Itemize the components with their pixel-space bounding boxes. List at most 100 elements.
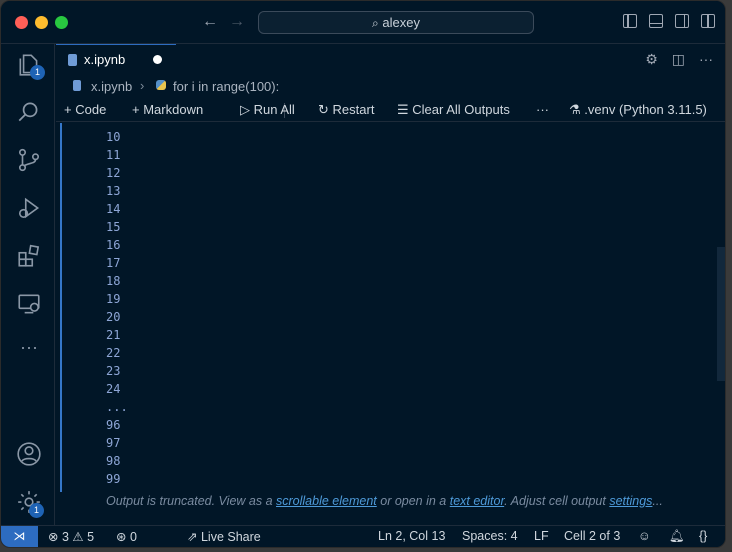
error-count: 3	[61, 530, 69, 544]
output-line: 18	[106, 274, 121, 288]
unsaved-dot-icon[interactable]	[153, 55, 162, 64]
tab-x-ipynb[interactable]: x.ipynb	[56, 44, 176, 74]
accounts-icon[interactable]	[16, 441, 42, 467]
output-line: 98	[106, 454, 121, 468]
kernel-picker-button[interactable]: ⚗ .venv (Python 3.11.5)	[569, 102, 707, 118]
output-line: ...	[106, 400, 128, 414]
command-center-search[interactable]: ⌕ alexey	[258, 11, 534, 34]
editor-tab-row: x.ipynb ⚙ ◫ ···	[56, 44, 725, 74]
editor-actions: ⚙ ◫ ···	[645, 51, 713, 68]
run-and-debug-icon[interactable]	[16, 195, 42, 221]
clear-outputs-icon: ☰	[397, 102, 409, 117]
restart-icon: ↻	[318, 102, 329, 117]
add-markdown-cell-button[interactable]: + Markdown	[132, 102, 203, 117]
source-control-icon[interactable]	[16, 147, 42, 173]
kernel-icon: ⚗	[569, 102, 581, 117]
output-line: 22	[106, 346, 121, 360]
output-line: 13	[106, 184, 121, 198]
manage-gear-icon[interactable]: 1	[16, 489, 44, 518]
output-line: 23	[106, 364, 121, 378]
activity-bar: 1 ··· 1	[1, 44, 55, 525]
maximize-window-button[interactable]	[55, 16, 68, 29]
title-bar: ← → ⌕ alexey	[1, 1, 725, 44]
scrollable-element-link[interactable]: scrollable element	[276, 494, 377, 508]
remote-explorer-icon[interactable]	[16, 291, 42, 317]
indentation-indicator[interactable]: Spaces: 4	[462, 529, 518, 543]
toggle-panel-icon[interactable]	[649, 14, 663, 28]
customize-layout-icon[interactable]	[701, 14, 715, 28]
forward-arrow-icon[interactable]: →	[229, 13, 245, 31]
toolbar-more-button[interactable]: ···	[536, 102, 549, 117]
more-views-icon[interactable]: ···	[16, 337, 42, 363]
eol-indicator[interactable]: LF	[534, 529, 549, 543]
search-label: alexey	[382, 15, 420, 30]
warning-icon: ⚠	[72, 530, 84, 544]
live-share-button[interactable]: ⇗ Live Share	[187, 529, 261, 544]
ports-indicator[interactable]: ⊛ 0	[116, 529, 137, 544]
split-editor-icon[interactable]: ◫	[672, 51, 685, 68]
extensions-icon[interactable]	[16, 243, 42, 269]
problems-indicator[interactable]: ⊗ 3 ⚠ 5	[48, 529, 94, 544]
toggle-primary-sidebar-icon[interactable]	[623, 14, 637, 28]
settings-badge: 1	[29, 503, 44, 518]
run-all-icon: ▷	[240, 102, 250, 117]
layout-controls	[623, 14, 715, 28]
minimize-window-button[interactable]	[35, 16, 48, 29]
output-line: 97	[106, 436, 121, 450]
output-line: 16	[106, 238, 121, 252]
clear-all-outputs-button[interactable]: ☰ Clear All Outputs	[397, 102, 510, 118]
notebook-settings-gear-icon[interactable]: ⚙	[645, 51, 658, 68]
explorer-icon[interactable]: 1	[16, 52, 45, 80]
notebook-file-icon	[73, 80, 81, 91]
tab-label: x.ipynb	[84, 52, 126, 67]
kernel-label: .venv (Python 3.11.5)	[584, 102, 707, 117]
restart-kernel-button[interactable]: ↻ Restart	[318, 102, 374, 118]
breadcrumb: x.ipynb › for i in range(100):	[56, 75, 725, 97]
output-line: 17	[106, 256, 121, 270]
output-settings-link[interactable]: settings	[609, 494, 652, 508]
output-line: 96	[106, 418, 121, 432]
cell-indicator[interactable]: Cell 2 of 3	[564, 529, 620, 543]
run-all-button[interactable]: ▷ Run All	[240, 102, 295, 118]
breadcrumb-symbol[interactable]: for i in range(100):	[173, 79, 279, 94]
status-bar: ⋊ ⊗ 3 ⚠ 5 ⊛ 0 ⇗ Live Share Ln 2, Col 13 …	[1, 525, 725, 547]
close-window-button[interactable]	[15, 16, 28, 29]
restart-label: Restart	[332, 102, 375, 117]
output-line: 11	[106, 148, 121, 162]
toggle-secondary-sidebar-icon[interactable]	[675, 14, 689, 28]
copilot-icon[interactable]: ☺	[638, 529, 651, 543]
text-editor-link[interactable]: text editor	[450, 494, 504, 508]
cell-focus-indicator	[60, 123, 62, 492]
output-line: 10	[106, 130, 121, 144]
notebook-toolbar: + Code + Markdown ▷ Run All ↻ Restart ☰ …	[56, 98, 725, 122]
breadcrumb-file[interactable]: x.ipynb	[91, 79, 132, 94]
notifications-bell-icon[interactable]: 🔔︎	[669, 529, 685, 544]
search-icon: ⌕	[372, 16, 379, 30]
cursor-position[interactable]: Ln 2, Col 13	[378, 529, 445, 543]
output-line: 99	[106, 472, 121, 486]
plus-icon: +	[132, 102, 140, 117]
clear-outputs-label: Clear All Outputs	[412, 102, 510, 117]
more-actions-icon[interactable]: ···	[699, 51, 713, 68]
run-all-label: Run All	[253, 102, 295, 117]
search-view-icon[interactable]	[16, 99, 42, 125]
language-braces-icon[interactable]: {}	[699, 529, 707, 543]
python-icon	[156, 80, 166, 90]
live-share-icon: ⇗	[187, 530, 198, 544]
add-code-label: Code	[75, 102, 107, 117]
explorer-badge: 1	[30, 65, 45, 80]
plus-icon: +	[64, 102, 72, 117]
remote-indicator-icon[interactable]: ⋊	[1, 526, 38, 547]
output-line: 15	[106, 220, 121, 234]
trunc-text: or open in a	[376, 494, 450, 508]
vertical-scrollbar[interactable]	[717, 247, 725, 381]
chevron-right-icon: ›	[140, 78, 145, 93]
ports-count: 0	[129, 530, 137, 544]
add-code-cell-button[interactable]: + Code	[64, 102, 106, 117]
back-arrow-icon[interactable]: ←	[202, 13, 218, 31]
live-share-label: Live Share	[200, 530, 261, 544]
trunc-text: ...	[652, 494, 663, 508]
output-line: 21	[106, 328, 121, 342]
add-markdown-label: Markdown	[143, 102, 204, 117]
output-line: 24	[106, 382, 121, 396]
